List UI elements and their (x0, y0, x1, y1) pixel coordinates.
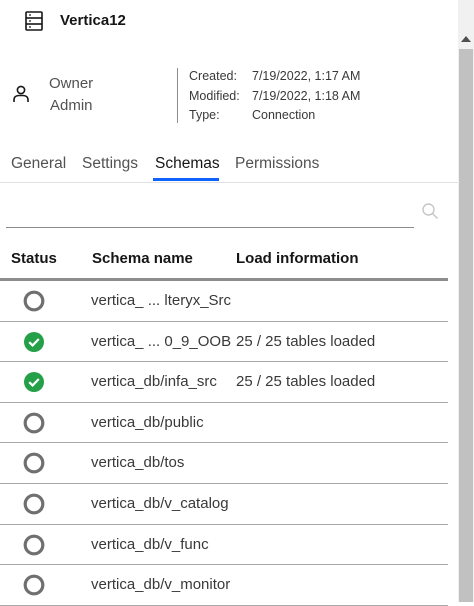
search-input[interactable] (6, 200, 414, 228)
load-information-cell: 25 / 25 tables loaded (236, 373, 376, 391)
not-loaded-ring-icon (23, 290, 45, 312)
table-row[interactable]: vertica_ ... 0_9_OOB 25 / 25 tables loade… (0, 322, 448, 363)
not-loaded-ring-icon (23, 452, 45, 474)
tab-permissions[interactable]: Permissions (235, 154, 319, 174)
tab-general[interactable]: General (11, 154, 66, 174)
table-row[interactable]: vertica_ ... lteryx_Src (0, 281, 448, 322)
table-header: Status Schema name Load information (0, 242, 448, 281)
loaded-check-icon (24, 331, 44, 352)
schema-name-cell: vertica_db/public (91, 413, 204, 431)
created-value: 7/19/2022, 1:17 AM (252, 69, 361, 83)
table-row[interactable]: vertica_db/tos (0, 443, 448, 484)
tab-settings[interactable]: Settings (82, 154, 138, 174)
metadata-block: Created: 7/19/2022, 1:17 AM Modified: 7/… (189, 67, 360, 126)
modified-value: 7/19/2022, 1:18 AM (252, 88, 361, 103)
schema-name-cell: vertica_db/v_func (91, 535, 209, 553)
column-header-status[interactable]: Status (11, 250, 57, 268)
tab-bar: General Settings Schemas Permissions (0, 148, 458, 183)
tab-schemas[interactable]: Schemas (155, 154, 220, 174)
active-tab-indicator (153, 178, 219, 181)
schema-name-cell: vertica_db/tos (91, 454, 185, 472)
not-loaded-ring-icon (23, 493, 45, 515)
table-row[interactable]: vertica_db/v_func (0, 525, 448, 566)
loaded-check-icon (24, 372, 44, 393)
schema-name-cell: vertica_db/v_monitor (91, 576, 231, 594)
type-value: Connection (252, 108, 316, 122)
column-header-schema-name[interactable]: Schema name (92, 250, 193, 268)
type-label: Type: (189, 108, 220, 122)
schema-name-cell: vertica_db/v_catalog (91, 494, 229, 512)
table-row[interactable]: vertica_db/v_monitor (0, 565, 448, 606)
database-icon (25, 11, 43, 31)
schema-table-body: vertica_ ... lteryx_Src vertica_ ... 0_9_… (0, 281, 448, 606)
table-row[interactable]: vertica_db/public (0, 403, 448, 444)
not-loaded-ring-icon (23, 412, 45, 434)
not-loaded-ring-icon (23, 574, 45, 596)
meta-divider (177, 68, 178, 123)
page-title: Vertica12 (60, 12, 126, 29)
modified-label: Modified: (189, 88, 240, 103)
search-icon[interactable] (421, 202, 439, 220)
panel-header: Vertica12 (0, 0, 458, 44)
schema-name-cell: vertica_ ... lteryx_Src (91, 292, 232, 309)
owner-label: Owner (49, 75, 94, 92)
scroll-up-arrow-icon[interactable] (461, 36, 471, 42)
schema-name-cell: vertica_ ... 0_9_OOB (91, 332, 232, 350)
load-information-cell: 25 / 25 tables loaded (236, 332, 376, 350)
not-loaded-ring-icon (23, 534, 45, 555)
table-row[interactable]: vertica_db/infa_src 25 / 25 tables loaded (0, 362, 448, 403)
schema-name-cell: vertica_db/infa_src (91, 373, 217, 391)
user-icon (13, 85, 29, 102)
details-panel: Vertica12 Owner Admin Created: 7/19/2022… (0, 0, 458, 606)
created-label: Created: (189, 69, 237, 83)
column-header-load-information[interactable]: Load information (236, 250, 359, 268)
owner-value: Admin (50, 97, 93, 114)
table-row[interactable]: vertica_db/v_catalog (0, 484, 448, 525)
scrollbar-thumb[interactable] (459, 49, 473, 602)
